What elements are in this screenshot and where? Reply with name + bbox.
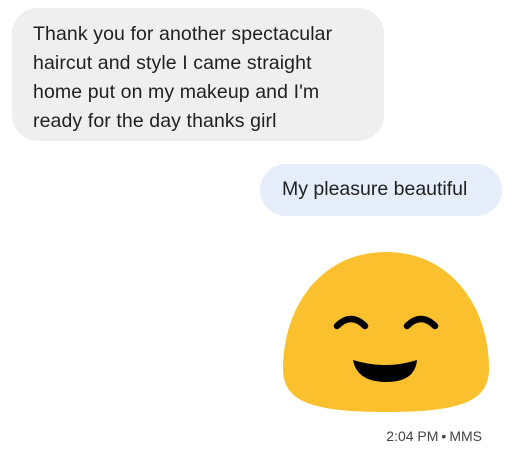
message-line: home put on my makeup and I'm: [33, 81, 320, 103]
message-timestamp: 2:04 PM • MMS: [386, 427, 482, 445]
smiling-face-with-smiling-eyes-icon[interactable]: [283, 252, 489, 416]
message-line: Thank you for another spectacular: [33, 23, 333, 45]
message-line: haircut and style I came straight: [33, 52, 312, 74]
timestamp-separator: •: [441, 428, 447, 444]
message-type: MMS: [449, 428, 482, 444]
emoji-face: [283, 252, 489, 412]
incoming-message-bubble[interactable]: Thank you for another spectacular haircu…: [12, 8, 384, 141]
outgoing-message-text: My pleasure beautiful: [282, 178, 468, 200]
message-line: ready for the day thanks girl: [33, 110, 277, 132]
timestamp-time: 2:04 PM: [386, 428, 439, 444]
outgoing-message-bubble[interactable]: My pleasure beautiful: [260, 164, 502, 216]
message-thread: Thank you for another spectacular haircu…: [0, 0, 512, 449]
